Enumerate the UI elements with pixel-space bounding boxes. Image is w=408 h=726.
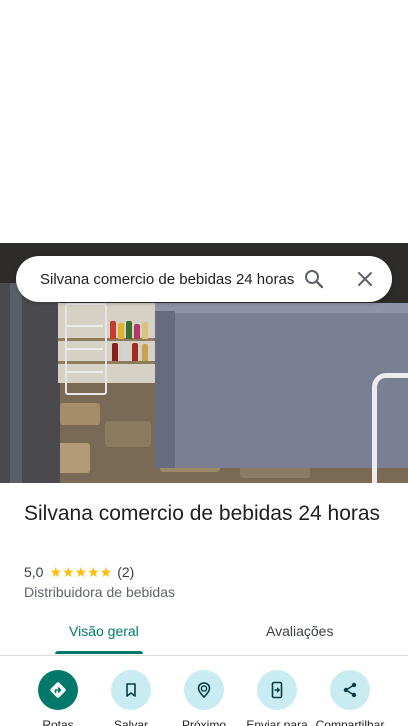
photo-bottle <box>134 324 140 339</box>
close-icon[interactable] <box>353 267 377 291</box>
photo-counter-top <box>155 303 408 313</box>
bookmark-icon <box>111 670 151 710</box>
photo-rack-bar <box>67 348 103 350</box>
directions-label: Rotas <box>42 718 74 726</box>
photo-tile <box>105 421 151 447</box>
nearby-button[interactable]: Próximo <box>167 670 241 726</box>
photo-rack-bar <box>67 325 103 327</box>
active-tab-indicator <box>55 651 143 654</box>
tabs-divider <box>0 655 408 656</box>
photo-counter <box>155 303 408 468</box>
photo-bottle <box>126 321 132 339</box>
review-count[interactable]: (2) <box>117 564 134 580</box>
tab-reviews[interactable]: Avaliações <box>266 623 333 639</box>
send-to-phone-icon <box>257 670 297 710</box>
send-to-phone-label: Enviar para <box>246 718 308 726</box>
photo-bottle <box>142 344 148 361</box>
photo-wall-stripe <box>10 283 22 483</box>
photo-wall <box>0 283 60 483</box>
photo-counter-side <box>155 311 175 468</box>
rating-value: 5,0 <box>24 564 44 580</box>
search-query[interactable]: Silvana comercio de bebidas 24 horas <box>40 269 296 291</box>
photo-bottle <box>110 321 116 339</box>
photo-chair <box>372 373 408 483</box>
directions-button[interactable]: Rotas <box>21 670 95 726</box>
photo-bottle <box>112 343 118 361</box>
map-area[interactable] <box>0 0 408 243</box>
place-title: Silvana comercio de bebidas 24 horas <box>24 502 381 525</box>
rating-stars-icon: ★★★★★ <box>49 563 113 580</box>
send-to-phone-button[interactable]: Enviar para <box>240 670 314 726</box>
share-icon <box>330 670 370 710</box>
rating-row[interactable]: 5,0 ★★★★★ (2) <box>24 563 134 581</box>
share-button[interactable]: Compartilhar <box>313 670 387 726</box>
photo-bottle <box>132 343 138 361</box>
nearby-label: Próximo <box>181 718 226 726</box>
place-category: Distribuidora de bebidas <box>24 584 175 600</box>
search-icon[interactable] <box>302 267 326 291</box>
photo-bottle <box>142 322 148 339</box>
photo-rack-bar <box>67 371 103 373</box>
save-button[interactable]: Salvar <box>94 670 168 726</box>
nearby-icon <box>184 670 224 710</box>
share-label: Compartilhar <box>315 718 385 726</box>
photo-tile <box>60 403 100 425</box>
tab-overview[interactable]: Visão geral <box>69 623 139 639</box>
search-bar[interactable]: Silvana comercio de bebidas 24 horas <box>16 256 392 302</box>
save-label: Salvar <box>113 718 148 726</box>
directions-icon <box>38 670 78 710</box>
photo-bottle <box>122 344 128 361</box>
photo-bottle <box>118 323 124 339</box>
